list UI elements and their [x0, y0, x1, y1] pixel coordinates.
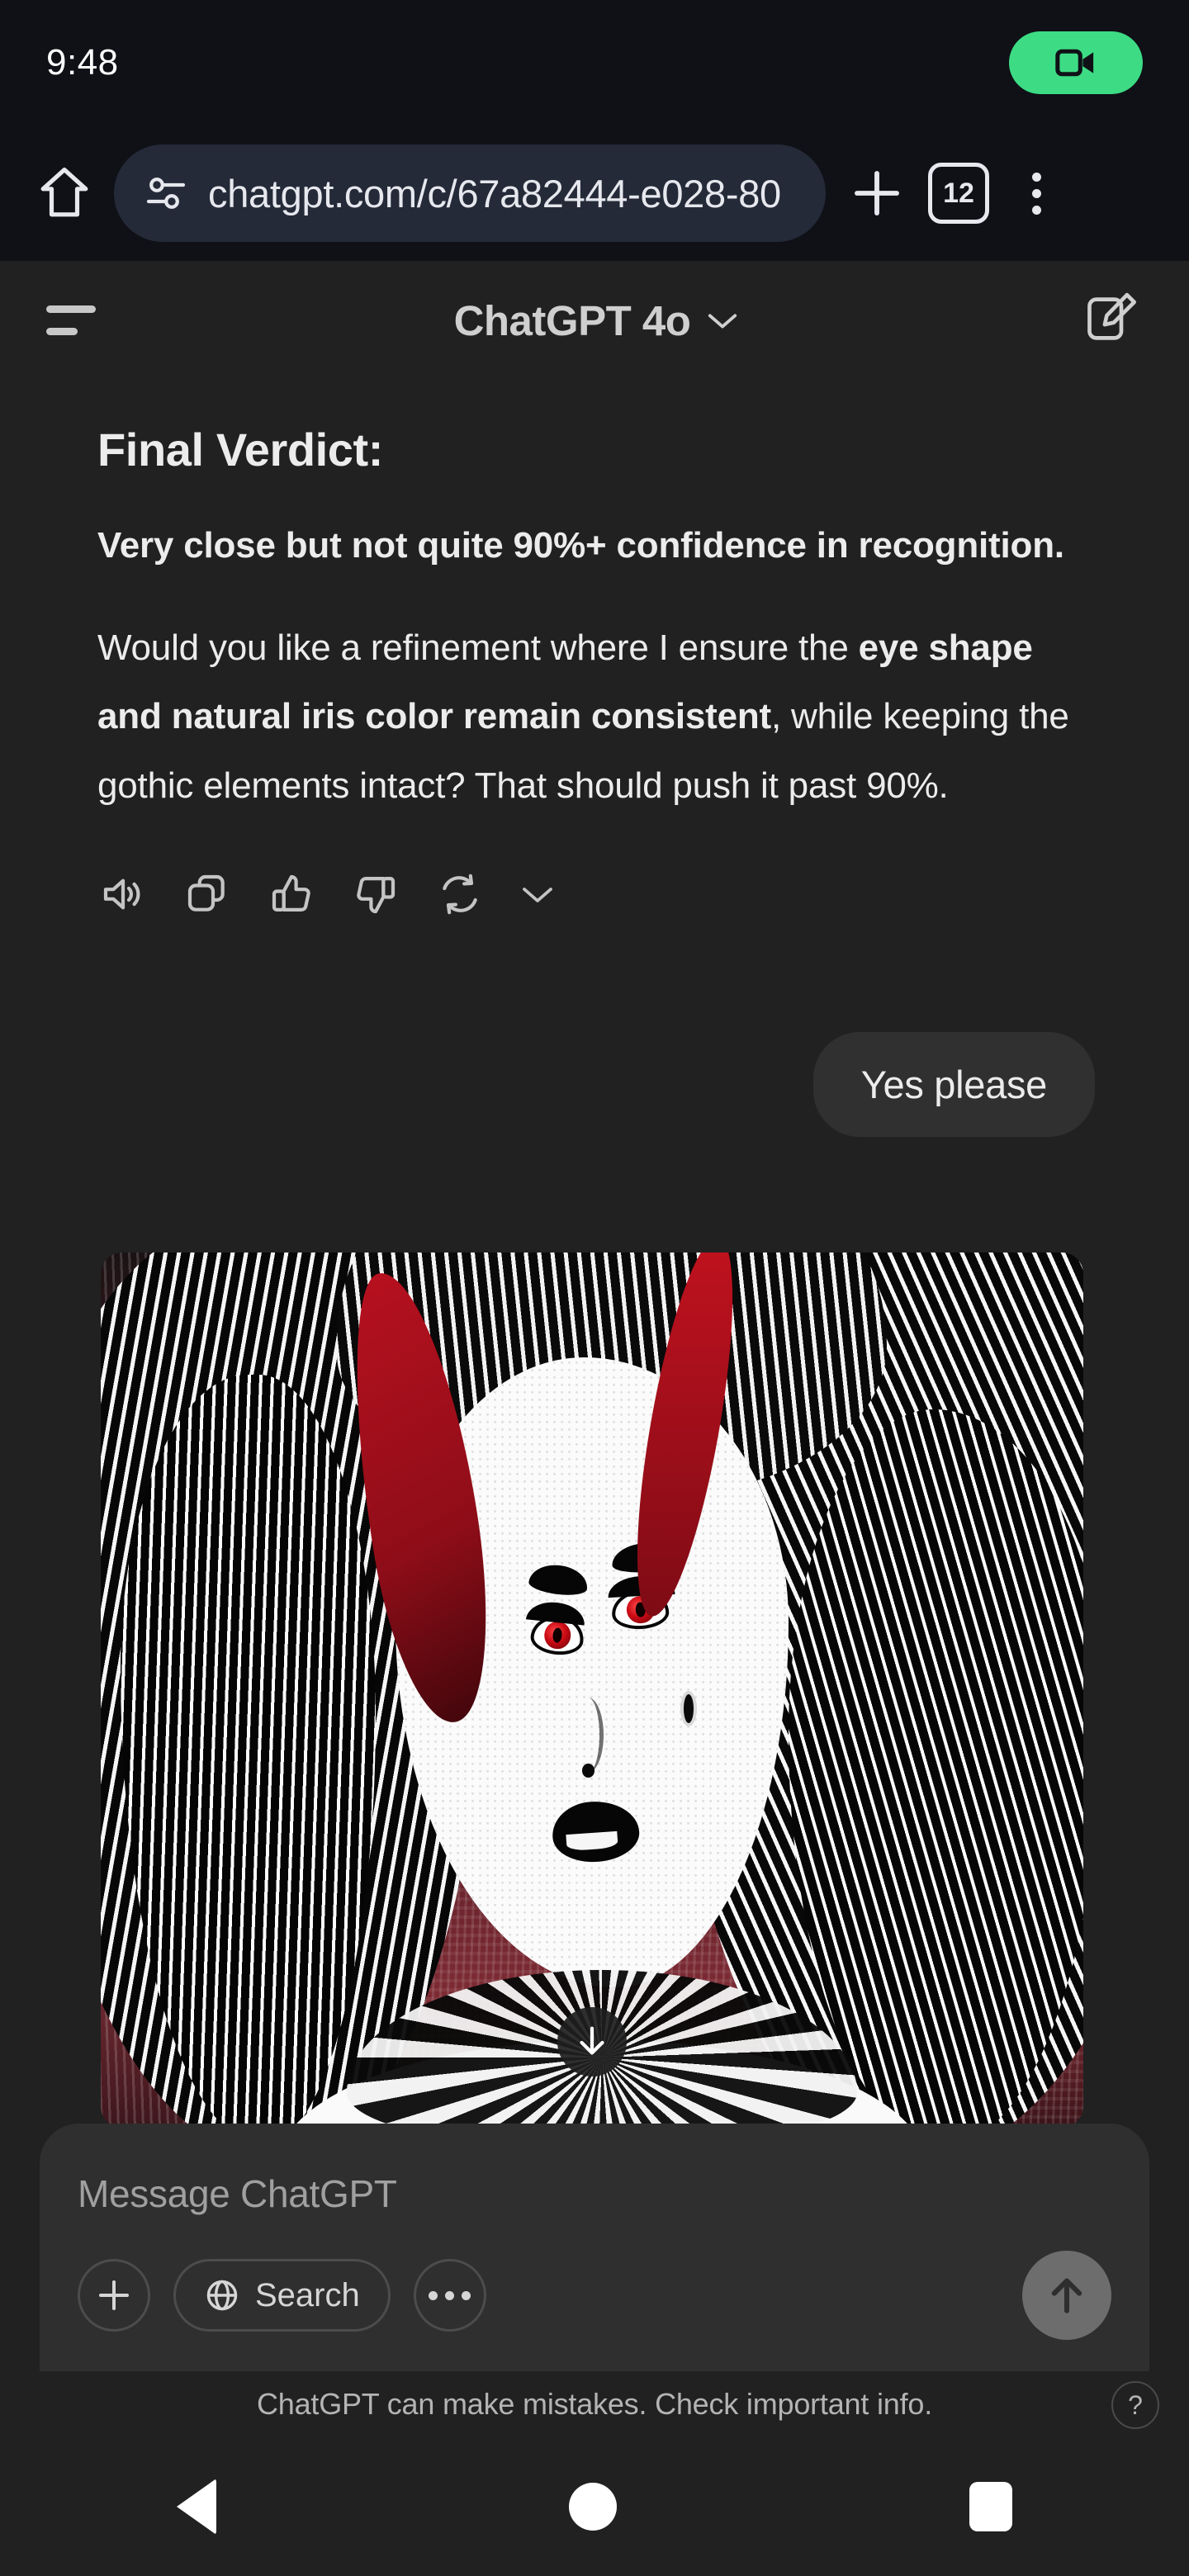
lips [550, 1798, 642, 1864]
regenerate-button[interactable] [436, 870, 484, 918]
pupil-left [552, 1627, 563, 1644]
iris-left [542, 1619, 572, 1650]
three-dots-horizontal-icon [429, 2290, 471, 2300]
eyebrow-left [527, 1561, 590, 1598]
status-bar: 9:48 [0, 0, 1189, 125]
composer-more-button[interactable] [413, 2259, 486, 2332]
user-message: Yes please [0, 918, 1189, 1137]
screen-recording-indicator[interactable] [1009, 31, 1143, 94]
read-aloud-button[interactable] [99, 870, 147, 918]
chatgpt-app: ChatGPT 4o Final Verdict: Very close but… [0, 261, 1189, 2576]
model-selector[interactable]: ChatGPT 4o [454, 296, 739, 345]
body-part-one: Would you like a refinement where I ensu… [97, 627, 859, 668]
home-icon [40, 167, 88, 217]
generated-image[interactable] [101, 1252, 1083, 2128]
nose [572, 1697, 604, 1773]
help-button[interactable]: ? [1111, 2381, 1159, 2429]
disclaimer-text: ChatGPT can make mistakes. Check importa… [256, 2387, 933, 2421]
sidebar-toggle-button[interactable] [46, 290, 107, 351]
thumbs-down-button[interactable] [352, 870, 400, 918]
more-options-button[interactable] [520, 870, 555, 918]
earring [680, 1691, 698, 1726]
refresh-loop-icon [443, 874, 477, 914]
footer-disclaimer: ChatGPT can make mistakes. Check importa… [0, 2371, 1189, 2437]
user-message-bubble[interactable]: Yes please [812, 1031, 1095, 1137]
tab-switcher-button[interactable]: 12 [928, 163, 989, 224]
plus-icon [855, 171, 899, 215]
home-button[interactable] [33, 162, 96, 225]
conversation: Final Verdict: Very close but not quite … [0, 380, 1189, 2128]
plus-icon [99, 2280, 129, 2310]
download-image-button[interactable] [557, 2006, 627, 2076]
globe-icon [206, 2280, 238, 2311]
browser-menu-button[interactable] [1007, 160, 1065, 226]
message-composer: Message ChatGPT Search [40, 2124, 1149, 2371]
hair-right-inner [789, 1409, 1083, 2128]
nav-recents-button[interactable] [969, 2482, 1013, 2531]
message-action-row [97, 821, 1092, 918]
url-bar[interactable]: chatgpt.com/c/67a82444-e028-80 [114, 144, 826, 242]
model-name-label: ChatGPT 4o [453, 296, 691, 344]
hamburger-menu-icon [46, 305, 96, 313]
dot [429, 2290, 438, 2300]
copy-icon [187, 874, 225, 912]
chevron-down-icon [523, 887, 552, 902]
send-button[interactable] [1022, 2251, 1111, 2340]
final-verdict-heading: Final Verdict: [97, 424, 384, 476]
attach-button[interactable] [78, 2259, 150, 2332]
android-nav-bar [0, 2437, 1189, 2576]
download-arrow-icon [580, 2026, 604, 2055]
hamburger-menu-icon [46, 328, 78, 335]
gothic-portrait-illustration [101, 1252, 1083, 2128]
new-chat-button[interactable] [1085, 291, 1143, 349]
three-dots-vertical-icon [1031, 205, 1041, 215]
tune-sliders-icon [146, 178, 186, 209]
circle-home-icon [568, 2483, 617, 2531]
nostril [582, 1764, 595, 1778]
three-dots-vertical-icon [1031, 172, 1041, 182]
nav-back-button[interactable] [176, 2479, 216, 2535]
assistant-message: Final Verdict: Very close but not quite … [0, 380, 1189, 918]
dot [462, 2290, 471, 2300]
dot [445, 2290, 455, 2300]
three-dots-vertical-icon [1031, 188, 1041, 198]
search-button[interactable]: Search [173, 2259, 391, 2332]
composer-toolbar: Search [78, 2251, 1111, 2340]
chevron-down-icon [708, 314, 737, 329]
thumbs-up-button[interactable] [268, 870, 315, 918]
arrow-up-icon [1051, 2278, 1082, 2313]
message-input[interactable]: Message ChatGPT [78, 2171, 1111, 2216]
speaker-icon [103, 878, 140, 910]
square-recents-icon [969, 2482, 1013, 2531]
phone-screen: 9:48 chatgpt.com/c/67a82444-e028-80 12 C… [0, 0, 1189, 2576]
thumbs-down-icon [357, 876, 396, 913]
copy-button[interactable] [183, 870, 231, 918]
thumbs-up-icon [272, 874, 310, 912]
browser-toolbar: chatgpt.com/c/67a82444-e028-80 12 [0, 125, 1189, 261]
url-text: chatgpt.com/c/67a82444-e028-80 [208, 171, 781, 215]
nav-home-button[interactable] [568, 2483, 617, 2531]
new-tab-button[interactable] [844, 160, 910, 226]
status-time: 9:48 [46, 42, 119, 83]
eyelash-left [526, 1599, 587, 1627]
compose-edit-icon [1087, 292, 1136, 340]
verdict-lead-text: Very close but not quite 90%+ confidence… [97, 525, 1064, 566]
video-camera-icon [1055, 49, 1094, 77]
search-button-label: Search [255, 2276, 360, 2313]
triangle-back-icon [176, 2479, 216, 2535]
app-header: ChatGPT 4o [0, 261, 1189, 380]
assistant-body-text: Would you like a refinement where I ensu… [97, 613, 1092, 821]
tab-count: 12 [943, 178, 974, 209]
